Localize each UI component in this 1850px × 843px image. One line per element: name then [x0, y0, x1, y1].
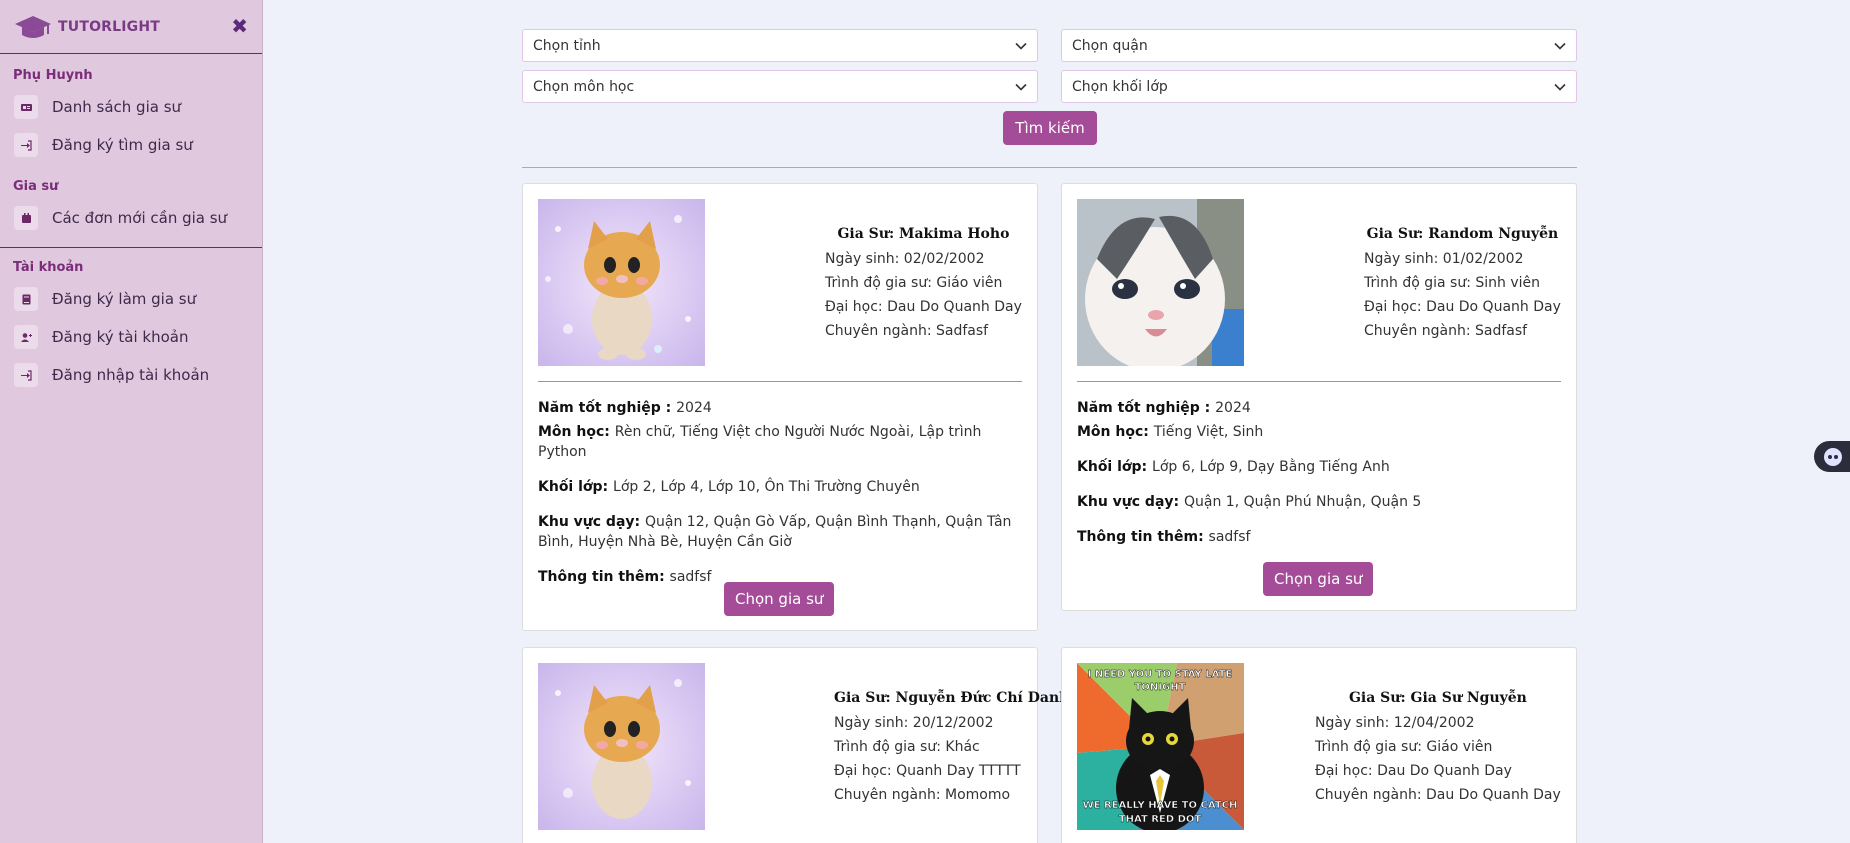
tutor-areas: Khu vực dạy: Quận 12, Quận Gò Vấp, Quận … — [538, 514, 1012, 550]
district-select[interactable]: Chọn quận — [1061, 29, 1577, 62]
sidebar-item-new-requests[interactable]: Các đơn mới cần gia sư — [0, 199, 262, 237]
sidebar-item-label: Đăng ký tìm gia sư — [52, 136, 193, 154]
grade-select-value: Chọn khối lớp — [1072, 78, 1168, 95]
sidebar-item-register-tutor[interactable]: Đăng ký làm gia sư — [0, 280, 262, 318]
filters-divider — [522, 167, 1577, 168]
tutor-info: Gia Sư: Makima Hoho Ngày sinh: 02/02/200… — [825, 222, 1022, 343]
tutor-dob: Ngày sinh: 01/02/2002 — [1364, 251, 1524, 267]
section-title-tutor: Gia sư — [13, 179, 59, 194]
meme-top-line2: TONIGHT — [1135, 682, 1186, 693]
sign-in-icon — [14, 133, 38, 157]
sidebar-item-find-tutor[interactable]: Đăng ký tìm gia sư — [0, 126, 262, 164]
main-content: Chọn tỉnh Chọn quận Chọn môn học Chọn kh… — [263, 0, 1850, 843]
grade-select[interactable]: Chọn khối lớp — [1061, 70, 1577, 103]
tutor-card: I NEED YOU TO STAY LATE TONIGHT WE REALL… — [1061, 647, 1577, 843]
sidebar: TUTORLIGHT ✖ Phụ Huynh Danh sách gia sư … — [0, 0, 263, 843]
sidebar-item-label: Danh sách gia sư — [52, 98, 182, 116]
sidebar-item-register-account[interactable]: Đăng ký tài khoản — [0, 318, 262, 356]
brand-header: TUTORLIGHT ✖ — [0, 0, 262, 54]
tutor-card: Gia Sư: Nguyễn Đức Chí Danh Ngày sinh: 2… — [522, 647, 1069, 843]
tutor-subjects: Môn học: Rèn chữ, Tiếng Việt cho Người N… — [538, 424, 982, 460]
tutor-level: Trình độ gia sư: Sinh viên — [1364, 275, 1541, 291]
chat-widget-button[interactable] — [1814, 441, 1850, 472]
tutor-level: Trình độ gia sư: Giáo viên — [1315, 739, 1493, 755]
tutor-photo: I NEED YOU TO STAY LATE TONIGHT WE REALL… — [1077, 663, 1244, 830]
tutor-level: Trình độ gia sư: Khác — [834, 739, 980, 755]
sidebar-item-label: Đăng ký tài khoản — [52, 328, 189, 346]
brand-name: TUTORLIGHT — [58, 18, 161, 35]
tutor-photo — [538, 663, 705, 830]
tutor-photo — [1077, 199, 1244, 366]
id-card-icon — [14, 95, 38, 119]
sidebar-item-label: Đăng ký làm gia sư — [52, 290, 197, 308]
tutor-major: Chuyên ngành: Momomo — [834, 787, 1011, 803]
tutor-details: Năm tốt nghiệp : 2024 Môn học: Tiếng Việ… — [1077, 398, 1561, 547]
section-title-parents: Phụ Huynh — [13, 68, 93, 83]
tutor-name: Gia Sư: Makima Hoho — [837, 226, 1010, 242]
tutor-level: Trình độ gia sư: Giáo viên — [825, 275, 1003, 291]
tutor-major: Chuyên ngành: Sadfasf — [825, 323, 989, 339]
tutor-dob: Ngày sinh: 02/02/2002 — [825, 251, 985, 267]
tutor-card: Gia Sư: Makima Hoho Ngày sinh: 02/02/200… — [522, 183, 1038, 631]
book-icon — [14, 287, 38, 311]
tutor-university: Đại học: Dau Do Quanh Day — [1364, 299, 1561, 315]
tutor-university: Đại học: Quanh Day TTTTT — [834, 763, 1021, 779]
tutor-university: Đại học: Dau Do Quanh Day — [1315, 763, 1512, 779]
province-select-value: Chọn tỉnh — [533, 37, 601, 54]
sidebar-item-login[interactable]: Đăng nhập tài khoản — [0, 356, 262, 394]
search-button[interactable]: Tìm kiếm — [1003, 111, 1097, 145]
tutor-grades: Khối lớp: Lớp 6, Lớp 9, Dạy Bằng Tiếng A… — [1077, 459, 1390, 475]
tutor-grades: Khối lớp: Lớp 2, Lớp 4, Lớp 10, Ôn Thi T… — [538, 479, 920, 495]
tutor-details: Năm tốt nghiệp : 2024 Môn học: Rèn chữ, … — [538, 398, 1022, 587]
tutor-info: Gia Sư: Random Nguyễn Ngày sinh: 01/02/2… — [1364, 222, 1561, 343]
tutor-major: Chuyên ngành: Sadfasf — [1364, 323, 1528, 339]
section-title-account: Tài khoản — [13, 260, 84, 275]
tutor-name: Gia Sư: Nguyễn Đức Chí Danh — [834, 690, 1070, 706]
tutor-grad-year: Năm tốt nghiệp : 2024 — [1077, 400, 1251, 416]
tutor-dob: Ngày sinh: 12/04/2002 — [1315, 715, 1475, 731]
meme-bottom-line1: WE REALLY HAVE TO CATCH — [1083, 800, 1238, 811]
choose-tutor-button[interactable]: Chọn gia sư — [1263, 562, 1374, 596]
tutor-photo — [538, 199, 705, 366]
chevron-down-icon — [1554, 42, 1566, 50]
meme-top-line1: I NEED YOU TO STAY LATE — [1088, 669, 1233, 680]
tutor-info: Gia Sư: Nguyễn Đức Chí Danh Ngày sinh: 2… — [834, 686, 1069, 807]
chevron-down-icon — [1015, 83, 1027, 91]
province-select[interactable]: Chọn tỉnh — [522, 29, 1038, 62]
sidebar-item-label: Các đơn mới cần gia sư — [52, 209, 228, 227]
tutor-university: Đại học: Dau Do Quanh Day — [825, 299, 1022, 315]
tutor-name: Gia Sư: Gia Sư Nguyễn — [1348, 690, 1527, 706]
sidebar-item-label: Đăng nhập tài khoản — [52, 366, 210, 384]
district-select-value: Chọn quận — [1072, 37, 1148, 54]
chevron-down-icon — [1015, 42, 1027, 50]
subject-select-value: Chọn môn học — [533, 78, 635, 95]
tutor-card: Gia Sư: Random Nguyễn Ngày sinh: 01/02/2… — [1061, 183, 1577, 611]
tutor-dob: Ngày sinh: 20/12/2002 — [834, 715, 994, 731]
card-divider — [1077, 381, 1561, 382]
tutor-name: Gia Sư: Random Nguyễn — [1366, 226, 1559, 242]
meme-bottom-line2: THAT RED DOT — [1119, 814, 1202, 825]
subject-select[interactable]: Chọn môn học — [522, 70, 1038, 103]
chevron-down-icon — [1554, 83, 1566, 91]
graduation-cap-icon — [14, 13, 52, 41]
sign-in-icon — [14, 363, 38, 387]
tutor-major: Chuyên ngành: Dau Do Quanh Day — [1315, 787, 1561, 803]
calendar-icon — [14, 206, 38, 230]
sidebar-item-tutor-list[interactable]: Danh sách gia sư — [0, 88, 262, 126]
close-icon[interactable]: ✖ — [231, 14, 248, 38]
tutor-areas: Khu vực dạy: Quận 1, Quận Phú Nhuận, Quậ… — [1077, 494, 1422, 510]
tutor-extra: Thông tin thêm: sadfsf — [1077, 529, 1251, 545]
tutor-info: Gia Sư: Gia Sư Nguyễn Ngày sinh: 12/04/2… — [1315, 686, 1561, 807]
chat-bot-icon — [1824, 447, 1842, 466]
choose-tutor-button[interactable]: Chọn gia sư — [724, 582, 835, 616]
user-plus-icon — [14, 325, 38, 349]
card-divider — [538, 381, 1022, 382]
tutor-grad-year: Năm tốt nghiệp : 2024 — [538, 400, 712, 416]
tutor-subjects: Môn học: Tiếng Việt, Sinh — [1077, 424, 1264, 440]
